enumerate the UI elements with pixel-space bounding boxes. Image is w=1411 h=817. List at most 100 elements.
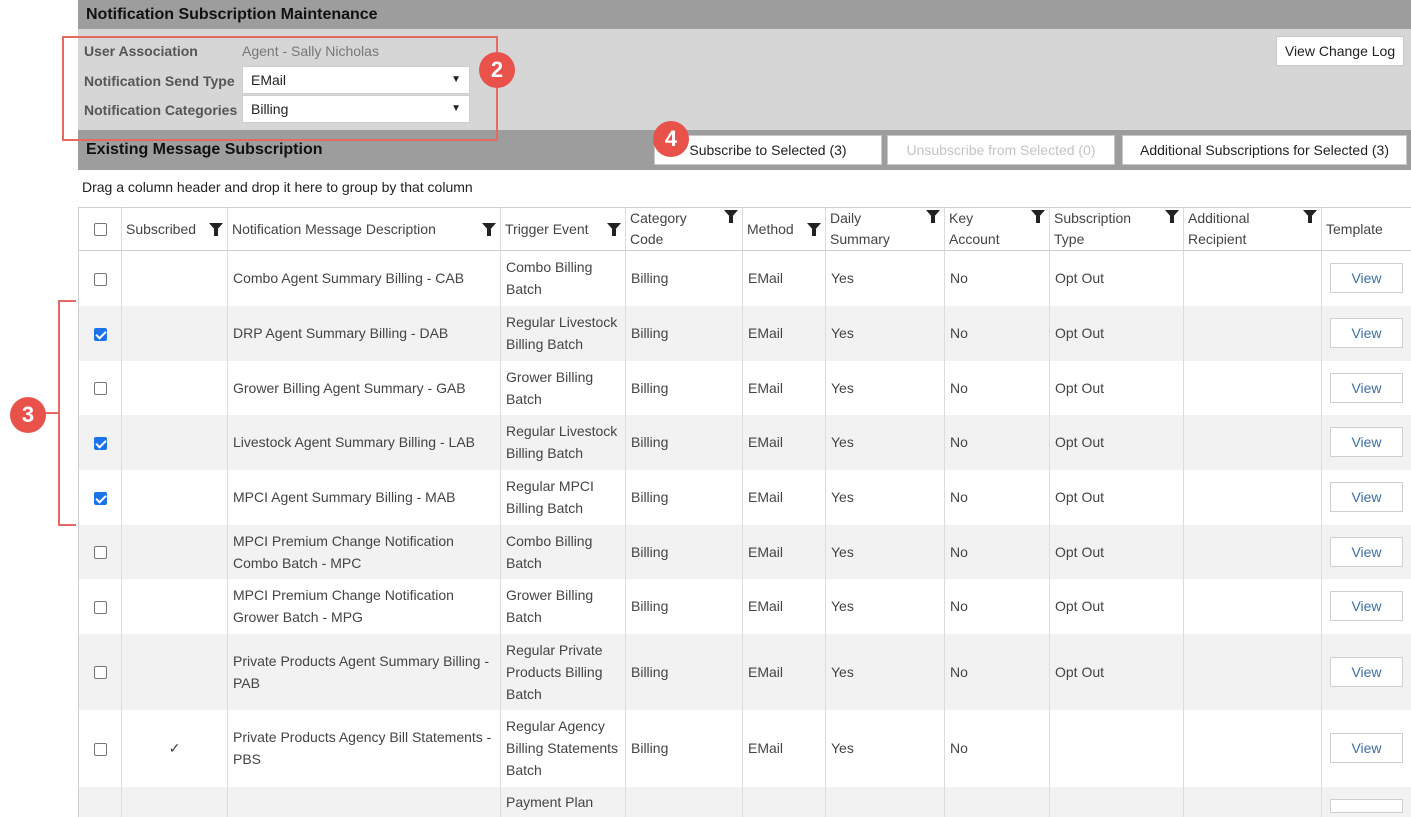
cell-category: Billing [626, 306, 743, 361]
cell-addl [1184, 361, 1322, 415]
cell-desc [228, 787, 501, 817]
col-description[interactable]: Notification Message Description [228, 208, 501, 251]
cell-desc: MPCI Premium Change Notification Grower … [228, 579, 501, 634]
col-template-label: Template [1326, 221, 1383, 237]
template-cell [1322, 787, 1411, 817]
table-row[interactable]: ✓Private Products Agency Bill Statements… [79, 710, 1411, 787]
unsubscribe-selected-button[interactable]: Unsubscribe from Selected (0) [887, 135, 1115, 165]
row-checkbox[interactable] [94, 666, 107, 679]
select-all-checkbox[interactable] [94, 223, 107, 236]
col-trigger-label: Trigger Event [505, 221, 589, 237]
cell-addl [1184, 415, 1322, 470]
cell-daily: Yes [826, 579, 945, 634]
view-template-button[interactable]: View [1330, 263, 1403, 293]
cell-desc: Livestock Agent Summary Billing - LAB [228, 415, 501, 470]
row-checkbox[interactable] [94, 382, 107, 395]
filter-icon[interactable] [724, 210, 738, 218]
group-drop-zone[interactable]: Drag a column header and drop it here to… [78, 170, 1411, 207]
cell-daily: Yes [826, 415, 945, 470]
additional-subscriptions-button[interactable]: Additional Subscriptions for Selected (3… [1122, 135, 1407, 165]
filter-icon[interactable] [1165, 210, 1179, 218]
select-all-header [79, 208, 122, 251]
row-checkbox[interactable] [94, 273, 107, 286]
cell-method: EMail [743, 251, 826, 306]
cell-desc: MPCI Agent Summary Billing - MAB [228, 470, 501, 525]
filter-icon[interactable] [607, 223, 621, 231]
view-template-button[interactable]: View [1330, 427, 1403, 457]
row-select-cell [79, 470, 122, 525]
col-subscription-type[interactable]: SubscriptionType [1050, 208, 1184, 251]
row-checkbox[interactable] [94, 601, 107, 614]
cell-addl [1184, 251, 1322, 306]
cell-daily: Yes [826, 525, 945, 579]
row-checkbox[interactable] [94, 743, 107, 756]
filter-icon[interactable] [807, 223, 821, 231]
col-additional-recipient[interactable]: AdditionalRecipient [1184, 208, 1322, 251]
view-template-button[interactable]: View [1330, 733, 1403, 763]
view-template-button[interactable]: View [1330, 318, 1403, 348]
view-template-button[interactable]: View [1330, 591, 1403, 621]
row-checkbox[interactable] [94, 492, 107, 505]
cell-addl [1184, 710, 1322, 787]
cell-key: No [945, 579, 1050, 634]
template-cell: View [1322, 361, 1411, 415]
cell-subtype: Opt Out [1050, 415, 1184, 470]
row-checkbox[interactable] [94, 437, 107, 450]
table-row[interactable]: MPCI Premium Change Notification Grower … [79, 579, 1411, 634]
cell-addl [1184, 525, 1322, 579]
col-addl-label-2: Recipient [1188, 231, 1246, 247]
view-template-button[interactable]: View [1330, 482, 1403, 512]
cell-method: EMail [743, 710, 826, 787]
cell-subtype: Opt Out [1050, 525, 1184, 579]
filter-icon[interactable] [1031, 210, 1045, 218]
cell-subscribed: ✓ [122, 710, 228, 787]
cell-category: Billing [626, 525, 743, 579]
table-row[interactable]: MPCI Agent Summary Billing - MABRegular … [79, 470, 1411, 525]
table-row[interactable]: MPCI Premium Change Notification Combo B… [79, 525, 1411, 579]
view-change-log-button[interactable]: View Change Log [1276, 36, 1404, 66]
col-category[interactable]: CategoryCode [626, 208, 743, 251]
col-method[interactable]: Method [743, 208, 826, 251]
table-row[interactable]: DRP Agent Summary Billing - DABRegular L… [79, 306, 1411, 361]
cell-key: No [945, 525, 1050, 579]
col-daily[interactable]: DailySummary [826, 208, 945, 251]
view-template-button[interactable]: View [1330, 537, 1403, 567]
table-row[interactable]: Payment Plan [79, 787, 1411, 817]
table-row[interactable]: Private Products Agent Summary Billing -… [79, 634, 1411, 710]
template-cell: View [1322, 579, 1411, 634]
view-template-button[interactable]: View [1330, 373, 1403, 403]
col-subscribed[interactable]: Subscribed [122, 208, 228, 251]
cell-subscribed [122, 579, 228, 634]
cell-trigger: Regular Private Products Billing Batch [501, 634, 626, 710]
cell-subscribed [122, 415, 228, 470]
table-row[interactable]: Livestock Agent Summary Billing - LABReg… [79, 415, 1411, 470]
row-checkbox[interactable] [94, 546, 107, 559]
table-row[interactable]: Combo Agent Summary Billing - CABCombo B… [79, 251, 1411, 306]
cell-desc: Grower Billing Agent Summary - GAB [228, 361, 501, 415]
callout-2: 2 [479, 52, 515, 88]
cell-key: No [945, 710, 1050, 787]
filter-icon[interactable] [482, 223, 496, 231]
cell-category: Billing [626, 634, 743, 710]
table-row[interactable]: Grower Billing Agent Summary - GABGrower… [79, 361, 1411, 415]
cell-subscribed [122, 787, 228, 817]
row-select-cell [79, 415, 122, 470]
row-select-cell [79, 251, 122, 306]
cell-daily: Yes [826, 710, 945, 787]
filter-icon[interactable] [926, 210, 940, 218]
view-template-button[interactable]: View [1330, 657, 1403, 687]
col-key-account[interactable]: KeyAccount [945, 208, 1050, 251]
cell-category: Billing [626, 579, 743, 634]
cell-trigger: Combo Billing Batch [501, 251, 626, 306]
annotation-box-filters [62, 36, 498, 141]
filter-icon[interactable] [1303, 210, 1317, 218]
col-trigger[interactable]: Trigger Event [501, 208, 626, 251]
cell-category: Billing [626, 415, 743, 470]
col-key-label-2: Account [949, 231, 1000, 247]
filter-icon[interactable] [209, 223, 223, 231]
cell-trigger: Grower Billing Batch [501, 579, 626, 634]
cell-subtype: Opt Out [1050, 306, 1184, 361]
cell-daily: Yes [826, 470, 945, 525]
template-cell: View [1322, 306, 1411, 361]
row-checkbox[interactable] [94, 328, 107, 341]
